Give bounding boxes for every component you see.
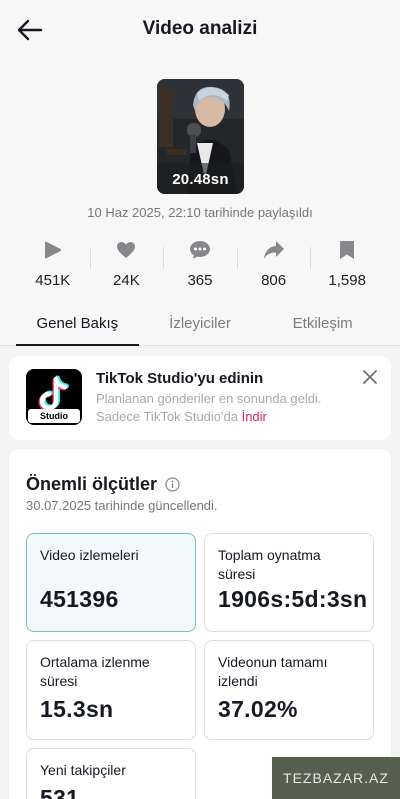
metric-label: Ortalama izlenme süresi [40,654,150,689]
saves-count: 1,598 [328,272,366,289]
key-metrics-section: Önemli ölçütler 30.07.2025 tarihinde gün… [9,449,391,799]
banner-cta-line: Sadece TikTok Studio'da İndir [96,409,267,424]
banner-cta-prefix: Sadece TikTok Studio'da [96,409,242,424]
comments-count: 365 [187,272,213,289]
stat-likes: 24K [89,237,164,293]
tiktok-studio-banner: Studio TikTok Studio'yu edinin Planlanan… [9,356,391,440]
metric-card-new-followers[interactable]: Yeni takipçiler 531 [26,748,196,799]
metric-value: 531 [40,785,80,799]
comment-icon [189,241,210,259]
metric-value: 451396 [40,586,119,612]
download-link[interactable]: İndir [242,409,267,424]
metric-card-video-views[interactable]: Video izlemeleri 451396 [26,533,196,632]
metric-card-total-watch-time[interactable]: Toplam oynatma süresi 1906s:5d:3sn [204,533,374,632]
stat-saves: 1,598 [310,237,384,293]
likes-count: 24K [113,272,140,289]
key-metrics-title: Önemli ölçütler [26,474,180,495]
tab-overview[interactable]: Genel Bakış [16,303,139,346]
stat-views: 451K [16,237,90,293]
tiktok-studio-logo: Studio [26,369,82,425]
metric-value: 15.3sn [40,696,114,722]
metric-value: 37.02% [218,696,298,722]
key-metrics-title-text: Önemli ölçütler [26,474,158,494]
metric-label: Videonun tamamı izlendi [218,654,328,689]
top-bar: Video analizi [0,0,400,58]
views-count: 451K [35,272,71,289]
video-duration: 20.48sn [172,171,229,188]
info-icon[interactable] [165,477,180,492]
tab-viewers[interactable]: İzleyiciler [139,303,262,345]
tab-engagement[interactable]: Etkileşim [261,303,384,345]
page-title: Video analizi [142,18,258,39]
tab-bar: Genel Bakış İzleyiciler Etkileşim [0,303,400,346]
last-updated: 30.07.2025 tarihinde güncellendi. [26,498,218,513]
play-icon [44,241,61,259]
watermark: TEZBAZAR.AZ [272,757,400,799]
metric-card-full-video-watched[interactable]: Videonun tamamı izlendi 37.02% [204,640,374,740]
close-icon [363,370,377,384]
video-summary-section: Video analizi 20.48sn 10 Haz 2025, 22:10… [0,0,400,346]
share-icon [263,241,284,259]
metric-label: Yeni takipçiler [40,762,126,778]
bookmark-icon [340,241,355,259]
metric-label: Toplam oynatma süresi [218,547,321,582]
banner-close-button[interactable] [361,368,379,386]
share-date: 10 Haz 2025, 22:10 tarihinde paylaşıldı [87,205,313,220]
banner-title: TikTok Studio'yu edinin [96,370,264,387]
heart-icon [117,242,136,258]
stat-comments: 365 [163,237,237,293]
banner-description: Planlanan gönderiler en sonunda geldi. [96,391,322,406]
video-thumbnail[interactable]: 20.48sn [157,79,244,194]
metric-card-average-watch-time[interactable]: Ortalama izlenme süresi 15.3sn [26,640,196,740]
studio-tag: Studio [28,409,80,423]
stats-row: 451K 24K 365 806 1,598 [16,237,384,293]
metric-label: Video izlemeleri [40,547,139,563]
stat-shares: 806 [236,237,311,293]
metric-value: 1906s:5d:3sn [218,586,368,612]
shares-count: 806 [261,272,287,289]
